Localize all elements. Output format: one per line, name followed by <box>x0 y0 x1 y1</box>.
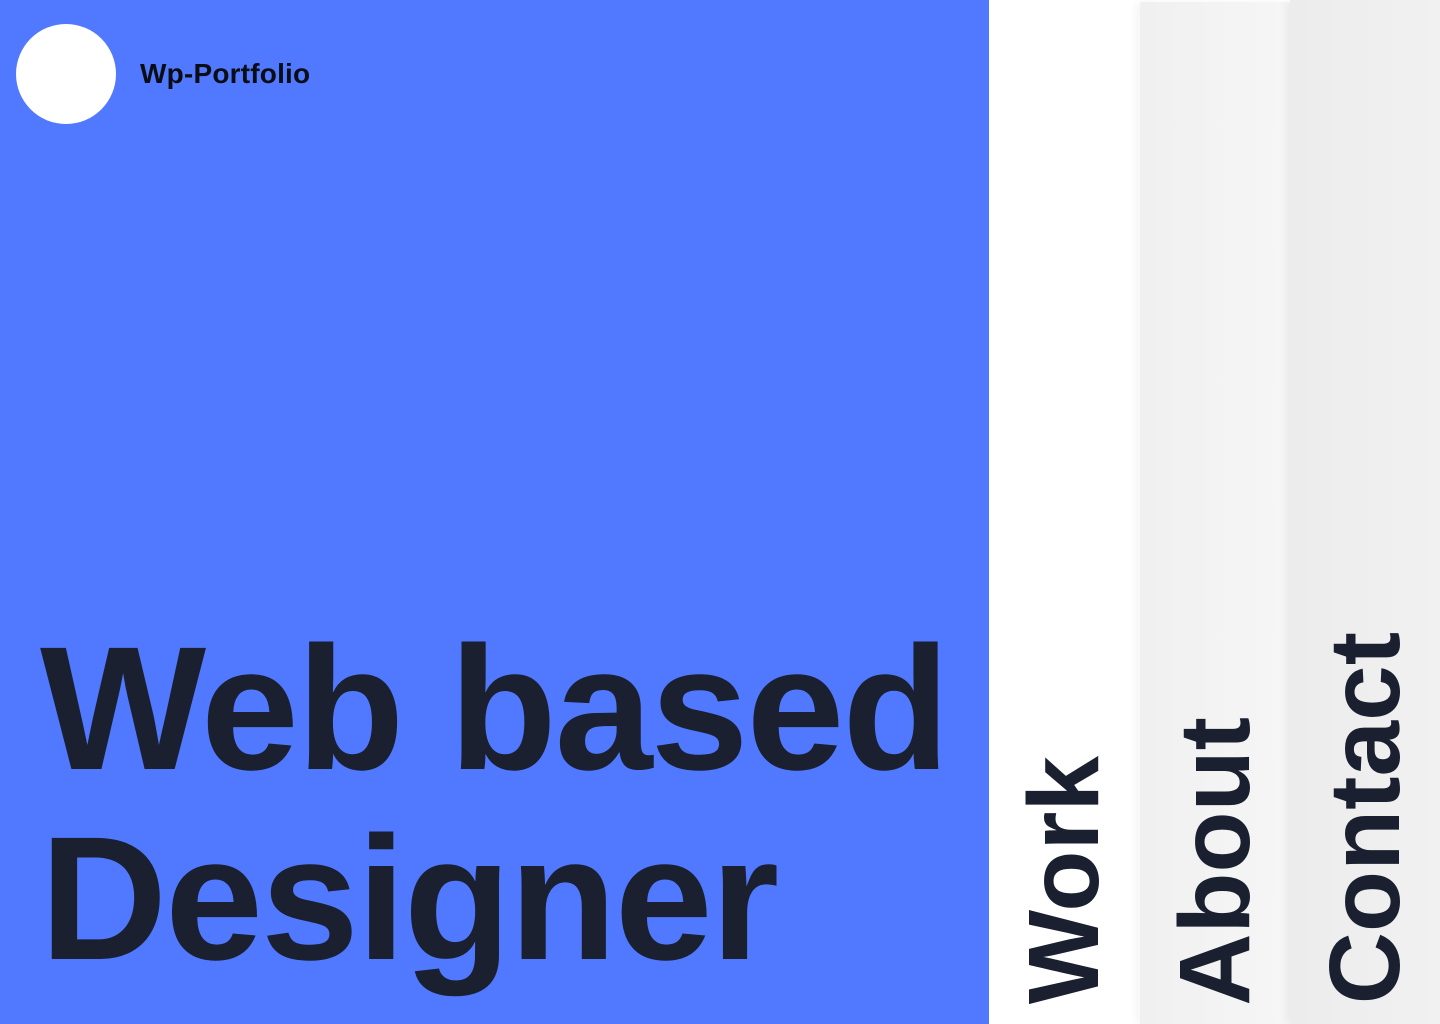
nav-label-work: Work <box>1008 755 1120 1004</box>
logo-circle[interactable] <box>16 24 116 124</box>
nav-panel-contact[interactable]: Contact <box>1290 0 1440 1024</box>
brand-name[interactable]: Wp-Portfolio <box>140 58 310 90</box>
nav-panel-about[interactable]: About <box>1140 2 1290 1024</box>
brand[interactable]: Wp-Portfolio <box>16 24 310 124</box>
page: Wp-Portfolio Web based Designer Work Abo… <box>0 0 1440 1024</box>
hero-headline: Web based Designer <box>40 611 950 997</box>
hero-section: Wp-Portfolio Web based Designer <box>0 0 989 1024</box>
hero-headline-line-1: Web based <box>40 611 950 807</box>
nav-label-about: About <box>1159 717 1271 1006</box>
nav-label-contact: Contact <box>1309 631 1421 1004</box>
nav-panel-work[interactable]: Work <box>989 0 1139 1024</box>
hero-headline-line-2: Designer <box>40 801 779 997</box>
